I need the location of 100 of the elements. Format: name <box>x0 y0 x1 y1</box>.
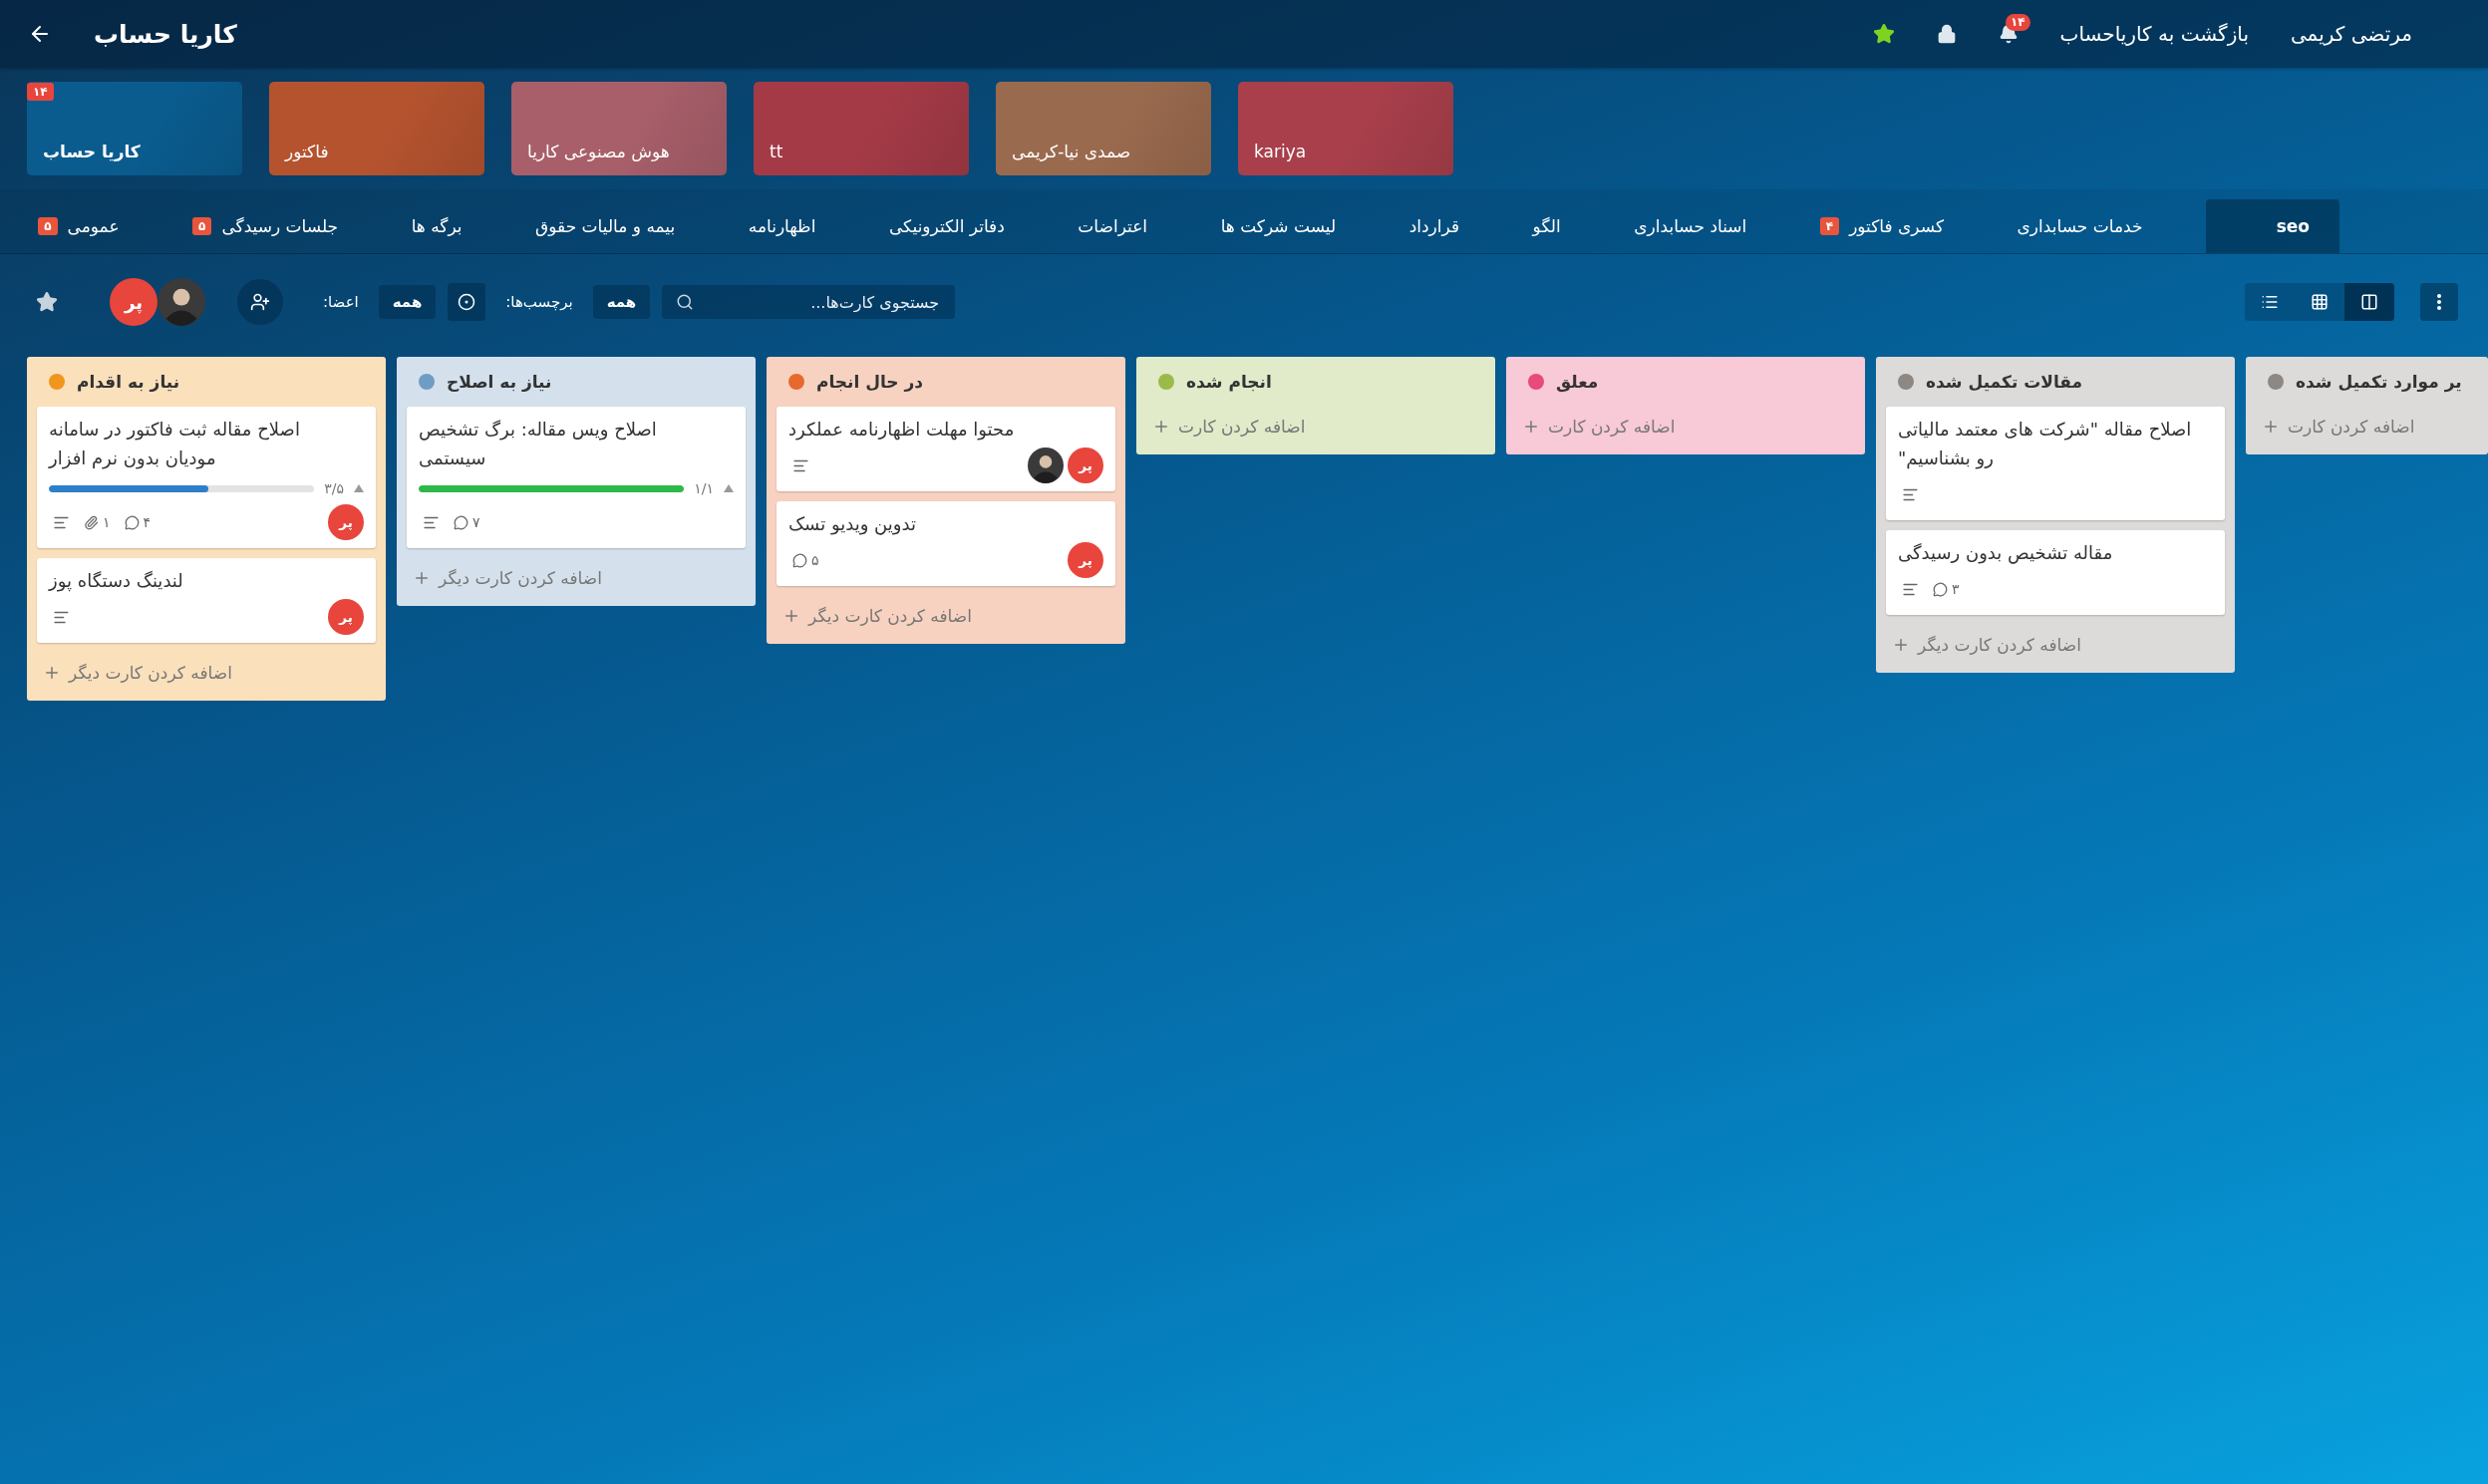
plus-icon <box>1522 418 1540 436</box>
task-card[interactable]: محتوا مهلت اظهارنامه عملکرد پر <box>777 407 1115 491</box>
board-title: کاریا حساب <box>94 19 237 49</box>
plus-icon <box>1152 418 1170 436</box>
tab[interactable]: اسناد حسابداری <box>1624 199 1757 253</box>
tab[interactable]: لیست شرکت ها <box>1210 199 1347 253</box>
count-badge: ۵ <box>38 217 58 235</box>
grid-icon <box>2311 293 2329 311</box>
star-icon <box>36 291 58 313</box>
user-avatar <box>1028 447 1064 483</box>
tab[interactable]: اظهارنامه <box>738 199 826 253</box>
tab[interactable]: قرارداد <box>1399 199 1470 253</box>
plus-icon <box>782 607 800 625</box>
star-icon <box>1872 23 1895 45</box>
back-link[interactable]: بازگشت به کاریاحساب <box>2059 22 2249 46</box>
lock-button[interactable] <box>1936 24 1957 44</box>
card-title: تدوین ویدیو تسک <box>788 512 917 537</box>
comment-icon <box>1933 581 1948 597</box>
notification-badge: ۱۴ <box>2005 14 2030 31</box>
count-badge: ۱۴ <box>27 83 54 101</box>
checklist-count: ۳/۵ <box>324 480 344 496</box>
list-title: معلق <box>1556 372 1599 392</box>
add-card-button[interactable]: اضافه کردن کارت <box>1146 407 1312 446</box>
user-avatar: پر <box>1068 447 1103 483</box>
board-tile[interactable]: هوش مصنوعی کاریا <box>511 82 727 175</box>
add-card-button[interactable]: اضافه کردن کارت دیگر <box>37 653 238 693</box>
list-title: یر موارد تکمیل شده <box>2296 372 2462 392</box>
caret-icon <box>724 484 734 492</box>
checklist-count: ۱/۱ <box>694 480 714 496</box>
tab[interactable]: اعتراضات <box>1068 199 1158 253</box>
filter-label: اعضا: <box>323 293 359 311</box>
list-title: نیاز به اقدام <box>77 372 180 392</box>
comment-count: ۷ <box>472 514 480 530</box>
star-button[interactable] <box>36 291 58 313</box>
board-tile[interactable]: ۱۴ کاریا حساب <box>27 82 242 175</box>
count-badge: ۴ <box>1819 217 1840 235</box>
list-title: مقالات تکمیل شده <box>1926 372 2083 392</box>
attachment-count: ۱ <box>103 514 111 530</box>
user-avatar: پر <box>110 278 157 326</box>
add-member-button[interactable] <box>237 279 283 325</box>
card-title: لندینگ دستگاه پوز <box>49 569 184 594</box>
tab[interactable]: خدمات حسابداری <box>2007 199 2153 253</box>
comment-icon <box>454 514 468 530</box>
tab[interactable]: دفاتر الکترونیکی <box>878 199 1015 253</box>
comment-count: ۵ <box>811 552 819 568</box>
task-card[interactable]: تدوین ویدیو تسک ۵ پر <box>777 501 1115 586</box>
comment-count: ۳ <box>1952 581 1960 597</box>
more-button[interactable] <box>2420 283 2458 321</box>
list-icon <box>2261 293 2279 311</box>
board-tile[interactable]: kariya <box>1238 82 1453 175</box>
view-button[interactable] <box>2344 283 2394 321</box>
tab[interactable]: برگه ها <box>401 199 472 253</box>
card-title: اصلاح مقاله "شرکت های معتمد مالیاتی رو بشناسیم" <box>1898 418 2193 471</box>
tab[interactable]: بیمه و مالیات حقوق <box>525 199 686 253</box>
plus-icon <box>43 664 61 682</box>
plus-icon <box>2262 418 2280 436</box>
board-tile[interactable]: صمدی نیا-کریمی <box>996 82 1211 175</box>
tab[interactable]: جلسات رسیدگی ۵ <box>182 199 349 253</box>
caret-icon <box>354 484 364 492</box>
comment-icon <box>792 552 807 568</box>
columns-icon <box>2360 293 2378 311</box>
favorite-button[interactable] <box>1872 23 1895 45</box>
comment-icon <box>124 514 140 530</box>
tab[interactable]: کسری فاکتور ۴ <box>1809 199 1954 253</box>
search-icon <box>676 293 695 311</box>
list-title: نیاز به اصلاح <box>447 372 552 392</box>
task-card[interactable]: لندینگ دستگاه پوز پر <box>37 558 376 643</box>
target-icon <box>458 293 476 311</box>
card-title: اصلاح مقاله ثبت فاکتور در سامانه مودیان بدون نرم افزار <box>49 418 301 471</box>
tab[interactable]: seo <box>2206 199 2339 253</box>
paperclip-icon <box>84 514 99 530</box>
members-filter[interactable]: همه <box>378 285 437 319</box>
filter-label: برچسب‌ها: <box>505 293 573 311</box>
add-user-icon <box>250 292 270 312</box>
tab[interactable]: الگو <box>1522 199 1571 253</box>
lock-icon <box>1936 24 1957 44</box>
comment-count: ۴ <box>143 514 152 530</box>
task-card[interactable]: اصلاح مقاله "شرکت های معتمد مالیاتی رو بشناسیم" <box>1886 407 2225 520</box>
user-name[interactable]: مرتضی کریمی <box>2290 22 2412 46</box>
count-badge: ۵ <box>192 217 212 235</box>
card-title: اصلاح ویس مقاله: برگ تشخیص سیستمی <box>419 418 658 470</box>
list-title: در حال انجام <box>816 372 924 392</box>
target-button[interactable] <box>448 283 486 321</box>
plus-icon <box>413 569 431 587</box>
task-card[interactable]: اصلاح ویس مقاله: برگ تشخیص سیستمی ۱/۱ ۷ <box>407 407 746 548</box>
user-avatar: پر <box>328 504 364 540</box>
labels-filter[interactable]: همه <box>592 285 651 319</box>
list-title: انجام شده <box>1186 372 1272 392</box>
more-icon <box>2437 294 2441 310</box>
tab[interactable]: عمومی ۵ <box>28 199 130 253</box>
task-card[interactable]: مقاله تشخیص بدون رسیدگی ۳ <box>1886 530 2225 615</box>
user-avatar: پر <box>1068 542 1103 578</box>
user-avatar <box>157 278 205 326</box>
board-tile[interactable]: فاکتور <box>269 82 484 175</box>
card-title: محتوا مهلت اظهارنامه عملکرد <box>788 418 1016 443</box>
plus-icon <box>1892 636 1910 654</box>
card-title: مقاله تشخیص بدون رسیدگی <box>1898 541 2114 566</box>
task-card[interactable]: اصلاح مقاله ثبت فاکتور در سامانه مودیان بدون نرم افزار ۳/۵ ۱ ۴ پر <box>37 407 376 548</box>
board-tile[interactable]: tt <box>754 82 969 175</box>
user-avatar: پر <box>328 599 364 635</box>
